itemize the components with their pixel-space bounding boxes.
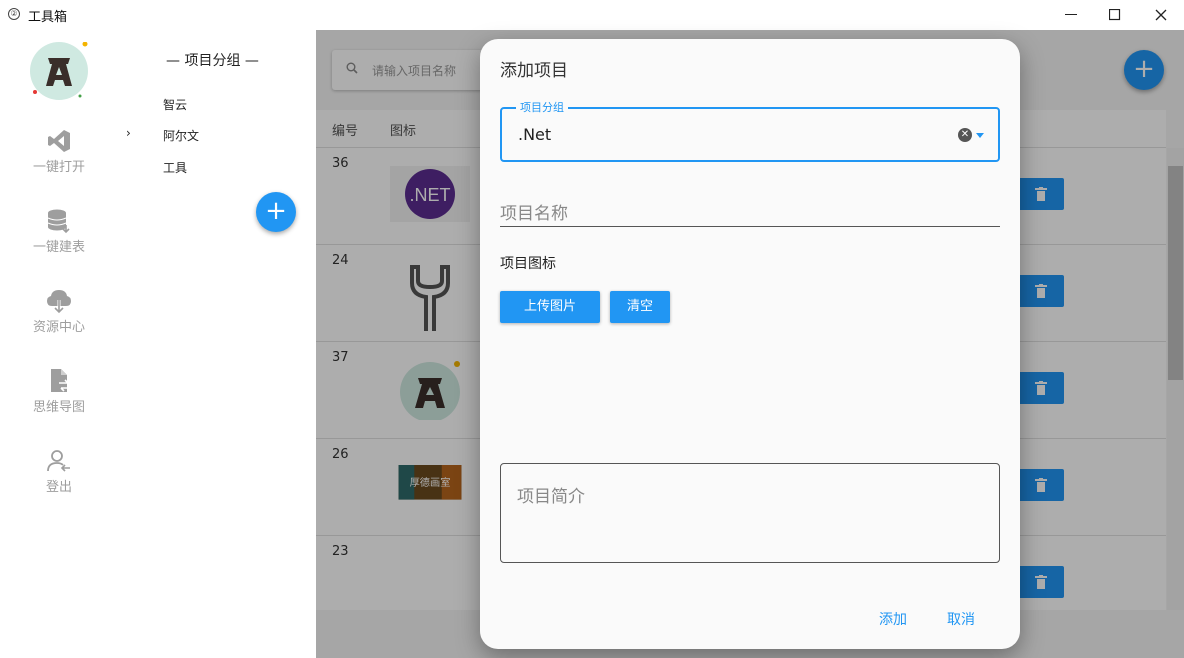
group-item-aerwen[interactable]: 阿尔文 bbox=[163, 127, 199, 144]
minimize-icon bbox=[1065, 14, 1077, 15]
avatar-logo-icon bbox=[31, 41, 88, 99]
cloud-download-icon bbox=[47, 290, 71, 314]
app-icon: ② bbox=[8, 8, 20, 20]
nav-item-logout[interactable]: 登出 bbox=[0, 448, 118, 518]
add-project-dialog: 添加项目 项目分组 .Net ✕ 项目名称 项目图标 上传图片 清空 项目简介 … bbox=[480, 39, 1020, 649]
close-icon bbox=[1155, 9, 1167, 21]
group-item-zhiyun[interactable]: 智云 bbox=[163, 96, 187, 113]
nav-item-label: 登出 bbox=[45, 480, 72, 495]
database-icon bbox=[47, 209, 70, 234]
chevron-down-icon[interactable] bbox=[976, 133, 984, 138]
nav-item-create-table[interactable]: 一键建表 bbox=[0, 208, 118, 278]
add-group-button[interactable]: + bbox=[256, 192, 296, 232]
project-icon-label: 项目图标 bbox=[500, 256, 556, 272]
upload-image-button[interactable]: 上传图片 bbox=[500, 291, 600, 323]
project-group-value: .Net bbox=[518, 125, 552, 144]
group-panel: — 项目分组 — 智云 › 阿尔文 工具 + bbox=[118, 30, 316, 658]
file-sync-icon bbox=[51, 369, 70, 392]
nav-item-label: 一键建表 bbox=[32, 240, 85, 255]
avatar[interactable] bbox=[30, 41, 88, 100]
side-nav: 一键打开 一键建表 资源中心 思维导图 登出 bbox=[0, 30, 118, 658]
group-item-tools[interactable]: 工具 bbox=[163, 159, 187, 176]
nav-item-resources[interactable]: 资源中心 bbox=[0, 288, 118, 358]
cancel-button[interactable]: 取消 bbox=[947, 609, 975, 629]
add-button[interactable]: 添加 bbox=[879, 609, 907, 629]
project-description-field[interactable]: 项目简介 bbox=[500, 463, 1000, 563]
project-name-field[interactable]: 项目名称 bbox=[500, 197, 1000, 227]
chevron-right-icon: › bbox=[126, 126, 131, 140]
nav-item-open[interactable]: 一键打开 bbox=[0, 128, 118, 198]
project-group-select[interactable]: 项目分组 .Net ✕ bbox=[500, 99, 1000, 162]
maximize-button[interactable] bbox=[1092, 0, 1138, 30]
close-window-button[interactable] bbox=[1138, 0, 1184, 30]
nav-item-label: 思维导图 bbox=[32, 400, 85, 415]
dialog-title: 添加项目 bbox=[500, 61, 568, 81]
project-group-label: 项目分组 bbox=[516, 99, 568, 115]
window-title: 工具箱 bbox=[28, 10, 68, 25]
nav-item-mindmap[interactable]: 思维导图 bbox=[0, 368, 118, 438]
clear-image-button[interactable]: 清空 bbox=[610, 291, 670, 323]
nav-item-label: 资源中心 bbox=[32, 320, 85, 335]
logout-user-icon bbox=[47, 450, 70, 472]
project-description-placeholder: 项目简介 bbox=[517, 487, 585, 507]
vscode-icon bbox=[48, 130, 70, 152]
clear-selection-icon[interactable]: ✕ bbox=[958, 128, 972, 142]
group-panel-title: — 项目分组 — bbox=[166, 53, 259, 69]
project-name-placeholder: 项目名称 bbox=[500, 204, 568, 224]
window-titlebar: ② 工具箱 bbox=[0, 0, 1184, 30]
maximize-icon bbox=[1109, 9, 1121, 21]
nav-item-label: 一键打开 bbox=[32, 160, 85, 175]
minimize-button[interactable] bbox=[1048, 0, 1094, 30]
